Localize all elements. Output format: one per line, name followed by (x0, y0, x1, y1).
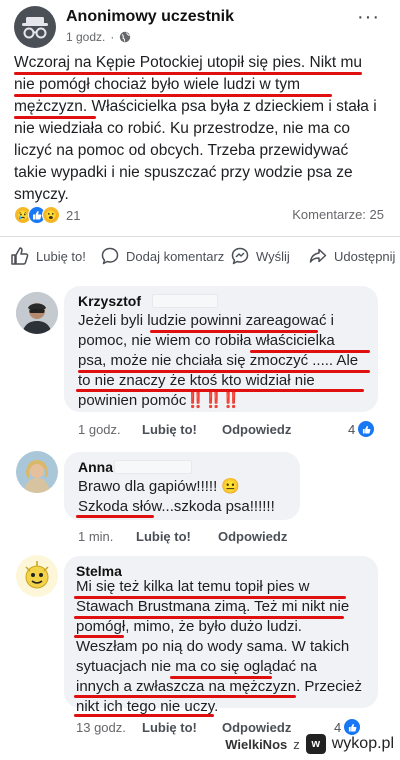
post-line: takie wypadki i nie spuszczać przy wodzi… (14, 164, 353, 181)
avatar[interactable] (16, 292, 58, 334)
watermark-connector: z (293, 736, 300, 752)
red-underline (74, 616, 344, 619)
avatar[interactable] (16, 451, 58, 493)
red-underline (14, 116, 96, 119)
reaction-count: 21 (66, 207, 81, 223)
send-button[interactable]: Wyślij (230, 244, 290, 268)
like-badge-icon (358, 421, 375, 437)
red-underline (74, 714, 214, 717)
avatar[interactable] (16, 555, 58, 597)
more-options-icon[interactable]: ··· (357, 6, 380, 29)
comment-line: Brawo dla gapiów!!!!! 😐 (78, 478, 241, 495)
like-count: 4 (348, 421, 356, 437)
comment-reply-button[interactable]: Odpowiedz (222, 422, 291, 437)
post-author[interactable]: Anonimowy uczestnik (66, 8, 234, 26)
like-badge-icon (344, 719, 361, 735)
comment-line-text: powinien pomóc (78, 392, 187, 409)
comment-line: psa, może nie chciała się zmoczyć ..... … (78, 352, 359, 369)
comment-icon (101, 247, 119, 265)
action-bar: Lubię to! Dodaj komentarz Wyślij Udostęp… (0, 244, 400, 270)
comment-reply-button[interactable]: Odpowiedz (218, 529, 287, 544)
double-exclamation-emoji: ‼️‼️‼️ (186, 392, 240, 409)
share-button[interactable]: Udostępnij (308, 244, 395, 268)
reaction-summary[interactable]: 😢 😮 21 (14, 204, 80, 226)
post-header: Anonimowy uczestnik 1 godz. · ··· (0, 0, 400, 48)
watermark-site: wykop.pl (331, 735, 394, 752)
red-underline (250, 350, 370, 353)
comment-button[interactable]: Dodaj komentarz (100, 244, 224, 268)
red-underline (170, 676, 272, 679)
comment-line: powinien pomóc‼️‼️‼️ (78, 391, 374, 411)
cartoon-avatar-icon (16, 555, 58, 597)
like-label: Lubię to! (36, 248, 86, 264)
post-line: liczyć na pomoc od obcych. Trzeba przewi… (14, 142, 349, 159)
red-underline (74, 695, 296, 698)
send-label: Wyślij (256, 248, 290, 264)
comment-line: pomoc, nie wiem co robiła właścicielka (78, 332, 335, 349)
post-line: mężczyzn. Właścicielka psa była z dzieck… (14, 98, 377, 115)
wykop-logo-icon: w (305, 734, 326, 754)
anonymous-avatar[interactable] (14, 6, 56, 48)
person-photo-icon (16, 292, 58, 334)
red-underline (74, 635, 124, 638)
like-count: 4 (334, 719, 342, 735)
comment-time[interactable]: 13 godz. (76, 720, 126, 735)
post-line: Wczoraj na Kępie Potockiej utopił się pi… (14, 54, 363, 71)
comment-line: sytuacjach nie ma co się oglądać na (76, 658, 317, 675)
person-photo-icon (16, 451, 58, 493)
wow-reaction-icon: 😮 (42, 206, 60, 224)
share-label: Udostępnij (334, 248, 396, 264)
comment-author[interactable]: Krzysztof (78, 293, 141, 309)
post-time[interactable]: 1 godz. (66, 30, 105, 44)
comment-like-button[interactable]: Lubię to! (142, 720, 197, 735)
red-underline (78, 370, 370, 373)
red-underline (14, 94, 332, 97)
meta-separator: · (110, 30, 115, 44)
post-line: nie wiedziała co robić. Ku przestrodze, … (14, 120, 350, 137)
name-redaction (152, 294, 218, 308)
comment-time[interactable]: 1 min. (78, 529, 113, 544)
comment-text: Brawo dla gapiów!!!!! 😐 Szkoda słów...sz… (78, 477, 296, 517)
divider (0, 236, 400, 237)
post-line: nie pomógł chociaż było wiele ludzi w ty… (14, 76, 301, 93)
watermark: WielkiNos z w wykop.pl (225, 734, 394, 754)
comment-line: Szkoda słów...szkoda psa!!!!!! (78, 498, 275, 515)
globe-icon (120, 31, 131, 43)
red-underline (76, 515, 154, 518)
comment-reply-button[interactable]: Odpowiedz (222, 720, 291, 735)
incognito-icon (22, 17, 48, 39)
watermark-user: WielkiNos (225, 736, 288, 752)
like-button[interactable]: Lubię to! (10, 244, 86, 268)
comment-author[interactable]: Anna (78, 459, 113, 475)
comment-line: Mi się też kilka lat temu topił pies w (76, 578, 310, 595)
comment-like-button[interactable]: Lubię to! (142, 422, 197, 437)
comment-line: Weszłam po nią do wody sama. W takich (76, 638, 350, 655)
comment-like-button[interactable]: Lubię to! (136, 529, 191, 544)
comment-line: to nie znaczy że ktoś kto widział nie (78, 372, 315, 389)
red-underline (74, 596, 346, 599)
comment-line: Stawach Brustmana zimą. Też mi nikt nie (76, 598, 350, 615)
comment-like-count[interactable]: 4 (334, 719, 361, 735)
share-icon (309, 248, 327, 263)
comment-time[interactable]: 1 godz. (78, 422, 121, 437)
comment-text: Jeżeli byli ludzie powinni zareagować i … (78, 311, 374, 411)
comment-line: pomógł, mimo, że było dużo ludzi. (76, 618, 302, 635)
post-line: smyczy. (14, 186, 69, 203)
comment-line: innych a zwłaszcza na mężczyzn. Przecież (76, 678, 362, 695)
post-meta: 1 godz. · (66, 30, 131, 44)
comment-label: Dodaj komentarz (126, 248, 225, 264)
red-underline (14, 72, 362, 75)
post-body: Wczoraj na Kępie Potockiej utopił się pi… (14, 52, 392, 206)
red-underline (150, 330, 318, 333)
comment-like-count[interactable]: 4 (348, 421, 375, 437)
comments-count[interactable]: Komentarze: 25 (292, 207, 384, 222)
thumbs-up-icon (11, 247, 29, 265)
send-icon (231, 247, 249, 265)
name-redaction (114, 460, 192, 474)
comment-line: Jeżeli byli ludzie powinni zareagować i (78, 312, 334, 329)
red-underline (76, 389, 364, 392)
